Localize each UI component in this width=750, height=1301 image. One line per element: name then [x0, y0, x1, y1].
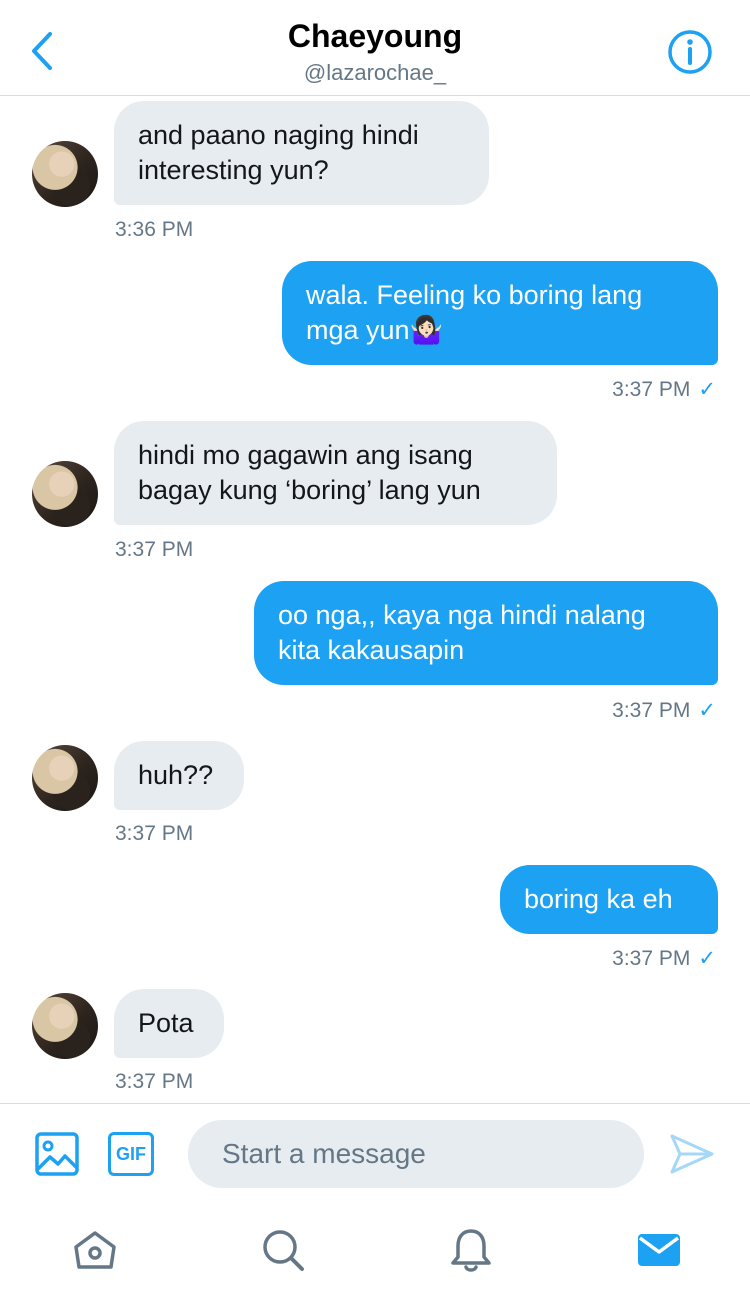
avatar[interactable]	[32, 141, 98, 207]
avatar[interactable]	[32, 993, 98, 1059]
message-timestamp: 3:37 PM	[612, 946, 691, 970]
info-icon	[668, 30, 712, 74]
search-icon	[263, 1230, 304, 1271]
avatar[interactable]	[32, 745, 98, 811]
sent-check-icon: ✓	[698, 378, 716, 401]
send-icon	[670, 1134, 714, 1174]
conversation-handle: @lazarochae_	[303, 60, 447, 85]
message-timestamp-row: 3:37 PM ✓	[612, 946, 716, 971]
mail-icon	[638, 1234, 680, 1266]
incoming-message-bubble[interactable]: hindi mo gagawin ang isang bagay kung ‘b…	[114, 421, 557, 525]
message-timestamp: 3:37 PM	[115, 1070, 194, 1093]
message-timestamp: 3:36 PM	[115, 218, 194, 241]
sent-check-icon: ✓	[698, 947, 716, 970]
message-timestamp-row: 3:37 PM ✓	[612, 377, 716, 402]
outgoing-message-bubble[interactable]: boring ka eh	[500, 865, 718, 934]
message-input[interactable]	[188, 1120, 644, 1188]
tab-search[interactable]	[258, 1225, 308, 1275]
conversation-title: Chaeyoung	[287, 18, 463, 54]
incoming-message-bubble[interactable]: huh??	[114, 741, 244, 810]
image-icon	[35, 1132, 79, 1176]
tab-notifications[interactable]	[446, 1225, 496, 1275]
avatar[interactable]	[32, 461, 98, 527]
gif-button[interactable]: GIF	[108, 1132, 154, 1176]
message-timestamp-row: 3:37 PM ✓	[612, 698, 716, 723]
message-timestamp: 3:37 PM	[612, 698, 691, 722]
send-button[interactable]	[668, 1130, 716, 1178]
message-timestamp: 3:37 PM	[115, 822, 194, 845]
incoming-message-bubble[interactable]: and paano naging hindi interesting yun?	[114, 101, 489, 205]
home-icon	[74, 1231, 116, 1269]
outgoing-message-bubble[interactable]: oo nga,, kaya nga hindi nalang kita kaka…	[254, 581, 718, 685]
info-button[interactable]	[666, 28, 714, 76]
message-composer: GIF	[0, 1103, 750, 1202]
bell-icon	[451, 1229, 491, 1272]
tab-home[interactable]	[70, 1225, 120, 1275]
outgoing-message-bubble[interactable]: wala. Feeling ko boring lang mga yun🤷🏻‍♀…	[282, 261, 718, 365]
message-timestamp: 3:37 PM	[115, 538, 194, 561]
message-timestamp: 3:37 PM	[612, 377, 691, 401]
add-image-button[interactable]	[34, 1131, 80, 1177]
sent-check-icon: ✓	[698, 699, 716, 722]
bottom-tab-bar	[0, 1201, 750, 1301]
conversation-header: Chaeyoung @lazarochae_	[0, 0, 750, 96]
tab-messages[interactable]	[634, 1225, 684, 1275]
incoming-message-bubble[interactable]: Pota	[114, 989, 224, 1058]
